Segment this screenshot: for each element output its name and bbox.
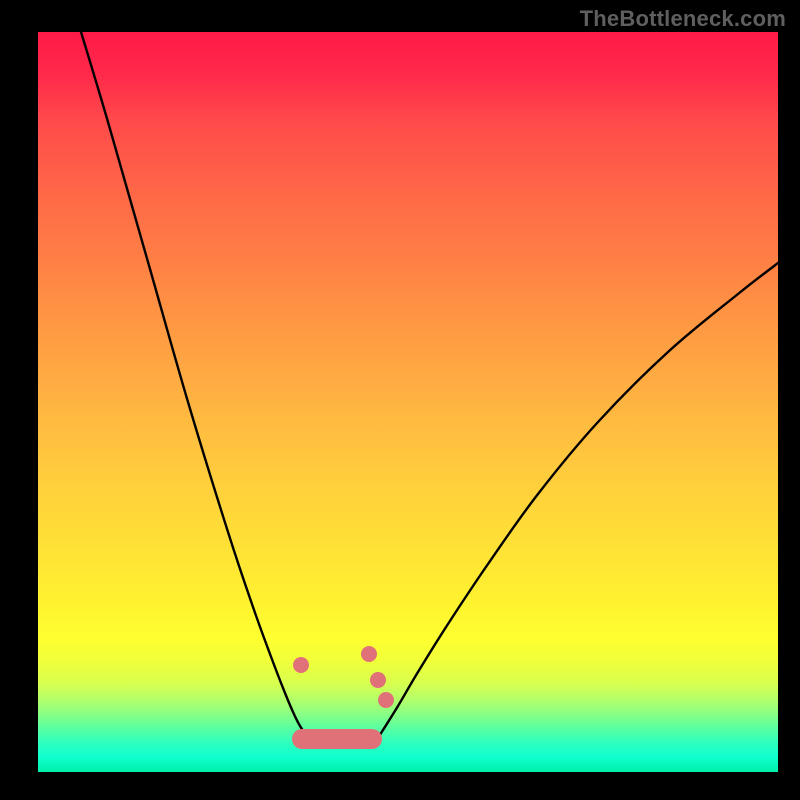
plot-area (38, 32, 778, 772)
curve-right-curve (374, 260, 778, 744)
curve-left-curve (78, 32, 313, 744)
marker-dot (378, 692, 394, 708)
watermark-label: TheBottleneck.com (580, 6, 786, 32)
curve-overlay (38, 32, 778, 772)
marker-dot (370, 672, 386, 688)
marker-dot (293, 657, 309, 673)
marker-dot (361, 646, 377, 662)
chart-frame: TheBottleneck.com (0, 0, 800, 800)
